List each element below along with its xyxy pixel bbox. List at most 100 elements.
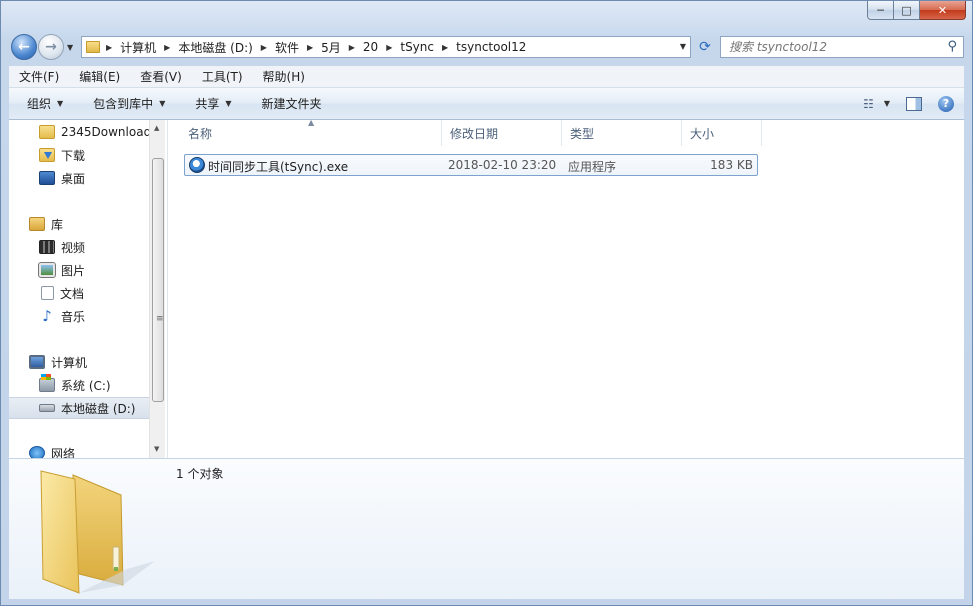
scrollbar-grip-icon: ≡ — [156, 314, 164, 324]
file-list: ▲ 名称 修改日期 类型 大小 时间同步工具(tSync).exe 2018-0… — [167, 118, 964, 458]
menu-tools[interactable]: 工具(T) — [192, 68, 253, 85]
breadcrumb-may[interactable]: 5月 — [321, 39, 341, 56]
music-icon: ♪ — [42, 307, 52, 325]
nav-item-label: 图片 — [61, 263, 86, 278]
close-button[interactable]: ✕ — [920, 1, 966, 20]
navigation-bar: ← → ▼ ▶ 计算机 ▶ 本地磁盘 (D:) ▶ 软件 ▶ 5月 ▶ 20 ▶… — [1, 31, 972, 63]
preview-pane-icon[interactable] — [906, 96, 922, 111]
breadcrumb-software[interactable]: 软件 — [275, 39, 299, 56]
nav-item-label: 网络 — [51, 446, 76, 459]
nav-item-label: 本地磁盘 (D:) — [61, 401, 136, 416]
share-button[interactable]: 共享 ▼ — [175, 88, 241, 119]
nav-item-label: 文档 — [60, 286, 85, 301]
nav-item-pictures[interactable]: 图片 — [9, 259, 156, 281]
downloads-icon — [39, 148, 55, 162]
maximize-button[interactable]: □ — [894, 1, 920, 20]
nav-item-label: 库 — [51, 217, 64, 232]
breadcrumb-separator[interactable]: ▶ — [164, 43, 170, 52]
navigation-pane-scrollbar[interactable]: ▲ ≡ ▼ — [149, 120, 165, 458]
breadcrumb-tsynctool12[interactable]: tsynctool12 — [456, 40, 526, 54]
nav-item-music[interactable]: ♪ 音乐 — [9, 305, 156, 327]
new-folder-button[interactable]: 新建文件夹 — [242, 88, 332, 119]
scroll-down-arrow[interactable]: ▼ — [154, 445, 159, 453]
menu-help[interactable]: 帮助(H) — [253, 68, 315, 85]
breadcrumb-separator[interactable]: ▶ — [442, 43, 448, 52]
nav-item-computer[interactable]: 计算机 — [9, 351, 156, 373]
explorer-window: ─ □ ✕ ← → ▼ ▶ 计算机 ▶ 本地磁盘 (D:) ▶ 软件 ▶ 5月 … — [0, 0, 973, 606]
nav-item-label: 2345Downloads — [61, 125, 156, 139]
breadcrumb-drive-d[interactable]: 本地磁盘 (D:) — [178, 39, 252, 56]
breadcrumb-20[interactable]: 20 — [363, 40, 378, 54]
column-header-modified[interactable]: 修改日期 — [442, 120, 562, 146]
chevron-down-icon: ▼ — [225, 99, 232, 108]
nav-item-libraries[interactable]: 库 — [9, 213, 156, 235]
back-button[interactable]: ← — [11, 34, 37, 60]
include-in-library-label: 包含到库中 — [93, 97, 154, 111]
command-bar: 组织 ▼ 包含到库中 ▼ 共享 ▼ 新建文件夹 ☷ ▼ ? — [9, 88, 964, 120]
recent-pages-dropdown[interactable]: ▼ — [67, 43, 73, 52]
column-header-name[interactable]: 名称 — [180, 120, 442, 146]
item-count: 1 个对象 — [176, 467, 224, 481]
breadcrumb-tsync[interactable]: tSync — [400, 40, 434, 54]
pictures-icon — [38, 262, 56, 278]
menu-edit[interactable]: 编辑(E) — [69, 68, 130, 85]
chevron-down-icon: ▼ — [159, 99, 166, 108]
forward-button[interactable]: → — [38, 34, 64, 60]
breadcrumb-computer[interactable]: 计算机 — [120, 39, 156, 56]
address-bar[interactable]: ▶ 计算机 ▶ 本地磁盘 (D:) ▶ 软件 ▶ 5月 ▶ 20 ▶ tSync… — [81, 36, 691, 58]
file-size: 183 KB — [710, 158, 753, 172]
computer-icon — [29, 355, 45, 369]
nav-item-label: 计算机 — [51, 355, 88, 370]
breadcrumb-separator[interactable]: ▶ — [349, 43, 355, 52]
new-folder-label: 新建文件夹 — [261, 97, 322, 111]
breadcrumb-separator[interactable]: ▶ — [261, 43, 267, 52]
scroll-up-arrow[interactable]: ▲ — [154, 124, 159, 132]
column-header-size[interactable]: 大小 — [682, 120, 762, 146]
chevron-down-icon: ▼ — [883, 99, 890, 108]
column-header-type[interactable]: 类型 — [562, 120, 682, 146]
scrollbar-thumb[interactable]: ≡ — [152, 158, 164, 402]
libraries-icon — [29, 217, 45, 231]
address-history-dropdown[interactable]: ▼ — [680, 42, 686, 51]
nav-item-video[interactable]: 视频 — [9, 236, 156, 258]
nav-item-2345downloads[interactable]: 2345Downloads — [9, 121, 156, 143]
nav-item-desktop[interactable]: 桌面 — [9, 167, 156, 189]
search-icon[interactable]: ⚲ — [947, 39, 957, 54]
search-input[interactable] — [729, 40, 929, 54]
breadcrumb-separator[interactable]: ▶ — [307, 43, 313, 52]
share-label: 共享 — [195, 97, 220, 111]
minimize-button[interactable]: ─ — [867, 1, 894, 20]
chevron-down-icon: ▼ — [57, 99, 64, 108]
nav-item-label: 下载 — [61, 148, 86, 163]
menu-view[interactable]: 查看(V) — [130, 68, 192, 85]
nav-item-network[interactable]: 网络 — [9, 442, 156, 458]
nav-item-downloads[interactable]: 下载 — [9, 144, 156, 166]
application-icon — [189, 157, 205, 173]
file-type: 应用程序 — [568, 160, 617, 174]
help-icon[interactable]: ? — [938, 95, 954, 112]
nav-item-documents[interactable]: 文档 — [9, 282, 156, 304]
desktop-icon — [39, 171, 55, 185]
forward-arrow-icon: → — [45, 39, 57, 55]
folder-large-icon — [40, 470, 155, 594]
change-view-button[interactable]: ☷ ▼ — [863, 97, 890, 111]
breadcrumb-separator[interactable]: ▶ — [386, 43, 392, 52]
details-view-icon: ☷ — [863, 96, 874, 111]
file-modified: 2018-02-10 23:20 — [448, 158, 557, 172]
organize-label: 组织 — [27, 97, 52, 111]
folder-icon — [39, 125, 55, 139]
nav-item-local-drive[interactable]: 本地磁盘 (D:) — [9, 397, 156, 419]
command-bar-right: ☷ ▼ ? — [863, 88, 954, 119]
table-row[interactable]: 时间同步工具(tSync).exe 2018-02-10 23:20 应用程序 … — [184, 154, 758, 176]
search-box[interactable]: ⚲ — [720, 36, 964, 58]
refresh-button[interactable]: ⟳ — [694, 36, 716, 58]
organize-button[interactable]: 组织 ▼ — [9, 88, 73, 119]
caption-buttons: ─ □ ✕ — [867, 1, 966, 21]
include-in-library-button[interactable]: 包含到库中 ▼ — [73, 88, 175, 119]
video-icon — [39, 240, 55, 254]
breadcrumb-separator[interactable]: ▶ — [106, 43, 112, 52]
menu-file[interactable]: 文件(F) — [9, 68, 69, 85]
file-name: 时间同步工具(tSync).exe — [208, 160, 349, 174]
local-drive-icon — [39, 404, 55, 412]
nav-item-system-drive[interactable]: 系统 (C:) — [9, 374, 156, 396]
